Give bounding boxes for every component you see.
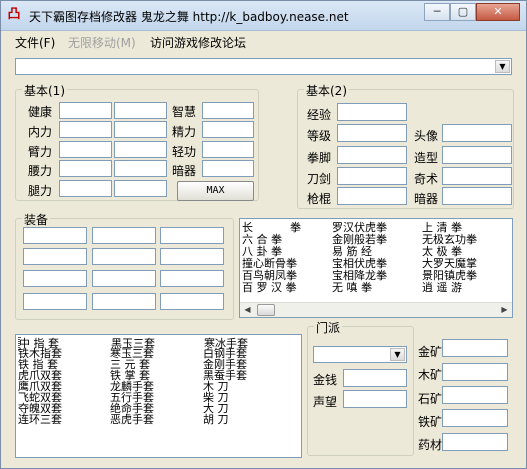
arm-strength-max-field[interactable]: [114, 141, 167, 158]
scroll-left-arrow-icon[interactable]: ◀: [240, 303, 255, 317]
model-field[interactable]: [442, 146, 512, 164]
chevron-down-icon[interactable]: ▼: [390, 348, 405, 361]
weapons-listbox[interactable]: 中 指 套 黑玉三套 寒冰手套 铁木指套 寒玉三套 白钢手套 铁 指 套 三 元…: [15, 334, 302, 458]
label-experience: 经验: [307, 108, 332, 122]
wood-mine-field[interactable]: [442, 363, 508, 381]
menu-file[interactable]: 文件(F): [15, 34, 55, 51]
label-gold-mine: 金矿: [418, 345, 443, 359]
label-arm-strength: 臂力: [28, 145, 53, 159]
label-agility: 轻功: [172, 145, 197, 159]
label-magic: 奇术: [414, 172, 439, 186]
waist-strength-field[interactable]: [59, 160, 112, 177]
label-stone-mine: 石矿: [418, 392, 443, 406]
label-hidden-weapon: 暗器: [172, 164, 197, 178]
hidden-weapon-2-field[interactable]: [442, 187, 512, 205]
equip-slot-4[interactable]: [23, 248, 87, 265]
label-level: 等级: [307, 129, 332, 143]
equip-slot-11[interactable]: [92, 293, 156, 310]
equip-slot-6[interactable]: [160, 248, 224, 265]
health-max-field[interactable]: [114, 102, 167, 119]
equip-slot-8[interactable]: [92, 270, 156, 287]
menu-forum[interactable]: 访问游戏修改论坛: [150, 34, 246, 51]
label-wisdom: 智慧: [172, 105, 197, 119]
equip-slot-10[interactable]: [23, 293, 87, 310]
label-leg-strength: 腿力: [28, 184, 53, 198]
equip-slot-1[interactable]: [23, 227, 87, 244]
herb-field[interactable]: [442, 433, 508, 451]
label-inner-power: 内力: [28, 125, 53, 139]
health-current-field[interactable]: [59, 102, 112, 119]
save-slot-combo[interactable]: ▼: [15, 58, 512, 75]
label-fist: 拳脚: [307, 151, 332, 165]
window-title: 天下霸图存档修改器 鬼龙之舞 http://k_badboy.nease.net: [29, 10, 349, 24]
experience-field[interactable]: [337, 103, 407, 121]
arm-strength-field[interactable]: [59, 141, 112, 158]
label-hidden-weapon-2: 暗器: [414, 192, 439, 206]
faction-title: 门派: [314, 319, 343, 336]
label-energy: 精力: [172, 125, 197, 139]
minimize-button[interactable]: ─: [424, 3, 450, 21]
menu-bar: 文件(F) 无限移动(M) 访问游戏修改论坛: [1, 31, 526, 51]
equip-slot-2[interactable]: [92, 227, 156, 244]
faction-combo[interactable]: ▼: [313, 346, 407, 363]
magic-field[interactable]: [442, 167, 512, 185]
scroll-thumb[interactable]: [257, 304, 275, 316]
label-sword: 刀剑: [307, 172, 332, 186]
title-bar[interactable]: 凸 天下霸图存档修改器 鬼龙之舞 http://k_badboy.nease.n…: [1, 1, 526, 31]
label-spear: 枪棍: [307, 192, 332, 206]
spear-field[interactable]: [337, 187, 407, 205]
equip-slot-5[interactable]: [92, 248, 156, 265]
main-window: 凸 天下霸图存档修改器 鬼龙之舞 http://k_badboy.nease.n…: [0, 0, 527, 469]
skills-hscrollbar[interactable]: ◀ ▶: [240, 302, 512, 317]
level-field[interactable]: [337, 124, 407, 142]
maximize-button[interactable]: ▢: [450, 3, 476, 21]
menu-infinite-move[interactable]: 无限移动(M): [68, 34, 136, 51]
avatar-field[interactable]: [442, 124, 512, 142]
label-money: 金钱: [313, 373, 338, 387]
agility-field[interactable]: [202, 141, 254, 158]
equip-slot-12[interactable]: [160, 293, 224, 310]
basic1-title: 基本(1): [22, 82, 67, 99]
inner-power-max-field[interactable]: [114, 121, 167, 138]
stone-mine-field[interactable]: [442, 386, 508, 404]
fist-field[interactable]: [337, 146, 407, 164]
leg-strength-max-field[interactable]: [114, 180, 167, 197]
label-model: 造型: [414, 151, 439, 165]
money-field[interactable]: [343, 369, 407, 387]
scroll-right-arrow-icon[interactable]: ▶: [497, 303, 512, 317]
chevron-down-icon[interactable]: ▼: [495, 60, 510, 73]
equip-slot-3[interactable]: [160, 227, 224, 244]
iron-mine-field[interactable]: [442, 409, 508, 427]
label-health: 健康: [28, 105, 53, 119]
label-iron-mine: 铁矿: [418, 415, 443, 429]
equip-slot-9[interactable]: [160, 270, 224, 287]
caption-buttons: ─ ▢ ✕: [424, 3, 520, 21]
label-waist-strength: 腰力: [28, 164, 53, 178]
label-herb: 药材: [418, 438, 443, 452]
app-icon: 凸: [7, 7, 21, 22]
sword-field[interactable]: [337, 167, 407, 185]
hidden-weapon-field[interactable]: [202, 160, 254, 177]
label-wood-mine: 木矿: [418, 368, 443, 382]
close-button[interactable]: ✕: [476, 3, 520, 21]
equipment-title: 装备: [22, 211, 51, 228]
skills-listbox[interactable]: 长 拳 罗汉伏虎拳 上 清 拳 六 合 拳 金刚般若拳 无极玄功拳 八 卦 拳 …: [239, 218, 513, 318]
gold-mine-field[interactable]: [442, 339, 508, 357]
label-avatar: 头像: [414, 129, 439, 143]
inner-power-current-field[interactable]: [59, 121, 112, 138]
energy-field[interactable]: [202, 121, 254, 138]
equip-slot-7[interactable]: [23, 270, 87, 287]
wisdom-field[interactable]: [202, 102, 254, 119]
leg-strength-field[interactable]: [59, 180, 112, 197]
waist-strength-max-field[interactable]: [114, 160, 167, 177]
label-reputation: 声望: [313, 395, 338, 409]
basic2-title: 基本(2): [304, 82, 349, 99]
max-button[interactable]: MAX: [177, 181, 254, 201]
reputation-field[interactable]: [343, 390, 407, 408]
